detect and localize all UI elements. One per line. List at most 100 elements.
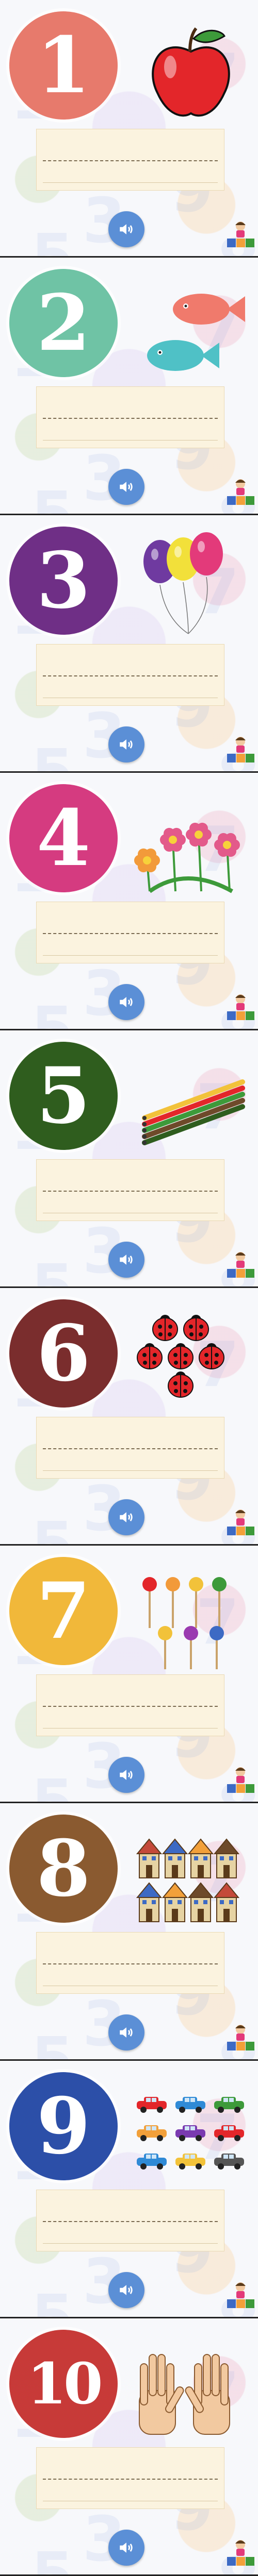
speaker-icon: [120, 224, 133, 234]
handwriting-practice-area[interactable]: [36, 1674, 224, 1736]
background-digit-decoration: 5: [31, 222, 74, 258]
number-card-1: 1739581: [0, 0, 258, 258]
background-digit-decoration: 5: [31, 479, 74, 515]
handwriting-practice-area[interactable]: [36, 1932, 224, 1994]
number-card-4: 1739584: [0, 773, 258, 1030]
number-card-5: 1739585: [0, 1030, 258, 1288]
kids-blocks-logo: [227, 1252, 254, 1278]
handwriting-practice-area[interactable]: [36, 2447, 224, 2509]
handwriting-practice-area[interactable]: [36, 644, 224, 706]
kids-blocks-logo: [227, 479, 254, 505]
play-sound-button[interactable]: [108, 1499, 144, 1535]
pencils-picture: [142, 1079, 245, 1145]
speaker-icon: [120, 482, 133, 492]
background-digit-decoration: 5: [31, 2540, 74, 2576]
number-card-7: 1739587: [0, 1546, 258, 1803]
kids-blocks-logo: [227, 2025, 254, 2050]
hands-illustration: [139, 2354, 230, 2435]
handwriting-practice-area[interactable]: [36, 386, 224, 448]
number-badge: 2: [9, 269, 118, 377]
apple-picture: [152, 27, 230, 117]
baseline: [43, 182, 218, 183]
dashed-guide-line: [43, 2221, 218, 2222]
lollipops-illustration: [142, 1577, 227, 1669]
dashed-guide-line: [43, 2479, 218, 2480]
speaker-icon: [120, 2543, 133, 2553]
play-sound-button[interactable]: [108, 2530, 144, 2566]
dashed-guide-line: [43, 933, 218, 934]
number-badge: 10: [9, 2330, 118, 2438]
kids-blocks-logo: [227, 2540, 254, 2566]
dashed-guide-line: [43, 1448, 218, 1449]
number-badge: 9: [9, 2072, 118, 2180]
number-badge: 4: [9, 784, 118, 892]
speaker-icon: [120, 1255, 133, 1265]
play-sound-button[interactable]: [108, 726, 144, 762]
number-card-9: 1739589: [0, 2061, 258, 2318]
play-sound-button[interactable]: [108, 1757, 144, 1793]
balloons-picture: [143, 532, 223, 634]
flowers-picture: [134, 822, 240, 893]
number-badge: 3: [9, 527, 118, 635]
number-badge: 5: [9, 1042, 118, 1150]
number-badge: 6: [9, 1299, 118, 1408]
play-sound-button[interactable]: [108, 211, 144, 247]
handwriting-practice-area[interactable]: [36, 2190, 224, 2251]
fish-illustration: [147, 294, 245, 371]
kids-blocks-logo: [227, 737, 254, 762]
background-digit-decoration: 5: [31, 737, 74, 773]
speaker-icon: [120, 997, 133, 1007]
background-digit-decoration: 5: [31, 2025, 74, 2061]
background-digit-decoration: 5: [31, 1252, 74, 1288]
lollipops-picture: [142, 1577, 227, 1669]
handwriting-practice-area[interactable]: [36, 129, 224, 191]
speaker-icon: [120, 1512, 133, 1522]
play-sound-button[interactable]: [108, 984, 144, 1020]
number-badge: 8: [9, 1815, 118, 1923]
dashed-guide-line: [43, 160, 218, 161]
baseline: [43, 955, 218, 956]
play-sound-button[interactable]: [108, 1242, 144, 1278]
kids-blocks-logo: [227, 2282, 254, 2308]
dashed-guide-line: [43, 418, 218, 419]
play-sound-button[interactable]: [108, 469, 144, 505]
dashed-guide-line: [43, 1706, 218, 1707]
play-sound-button[interactable]: [108, 2272, 144, 2308]
handwriting-practice-area[interactable]: [36, 1417, 224, 1479]
number-card-10: 17395810: [0, 2318, 258, 2576]
number-card-8: 1739588: [0, 1803, 258, 2061]
pencils-illustration: [142, 1079, 245, 1145]
background-digit-decoration: 5: [31, 1767, 74, 1803]
houses-picture: [136, 1838, 240, 1922]
number-card-3: 1739583: [0, 515, 258, 773]
background-digit-decoration: 5: [31, 2282, 74, 2318]
speaker-icon: [120, 1770, 133, 1780]
flashcard-sheet: 1739581173958217395831739584173958517395…: [0, 0, 258, 2576]
background-digit-decoration: 5: [31, 994, 74, 1030]
handwriting-practice-area[interactable]: [36, 1159, 224, 1221]
number-badge: 7: [9, 1557, 118, 1665]
kids-blocks-logo: [227, 222, 254, 247]
flowers-illustration: [134, 822, 240, 893]
number-badge: 1: [9, 11, 118, 120]
hands-picture: [139, 2354, 230, 2435]
dashed-guide-line: [43, 1963, 218, 1964]
baseline: [43, 1470, 218, 1471]
dashed-guide-line: [43, 1191, 218, 1192]
number-card-6: 1739586: [0, 1288, 258, 1546]
ladybugs-illustration: [137, 1315, 224, 1398]
background-digit-decoration: 5: [31, 1510, 74, 1546]
baseline: [43, 2243, 218, 2244]
fish-picture: [147, 294, 245, 371]
handwriting-practice-area[interactable]: [36, 902, 224, 963]
balloons-illustration: [143, 532, 223, 634]
houses-illustration: [136, 1838, 240, 1922]
kids-blocks-logo: [227, 1510, 254, 1535]
apple-illustration: [152, 27, 230, 117]
play-sound-button[interactable]: [108, 2014, 144, 2050]
cars-illustration: [137, 2097, 244, 2170]
speaker-icon: [120, 2285, 133, 2295]
number-card-2: 1739582: [0, 258, 258, 515]
dashed-guide-line: [43, 675, 218, 676]
kids-blocks-logo: [227, 994, 254, 1020]
